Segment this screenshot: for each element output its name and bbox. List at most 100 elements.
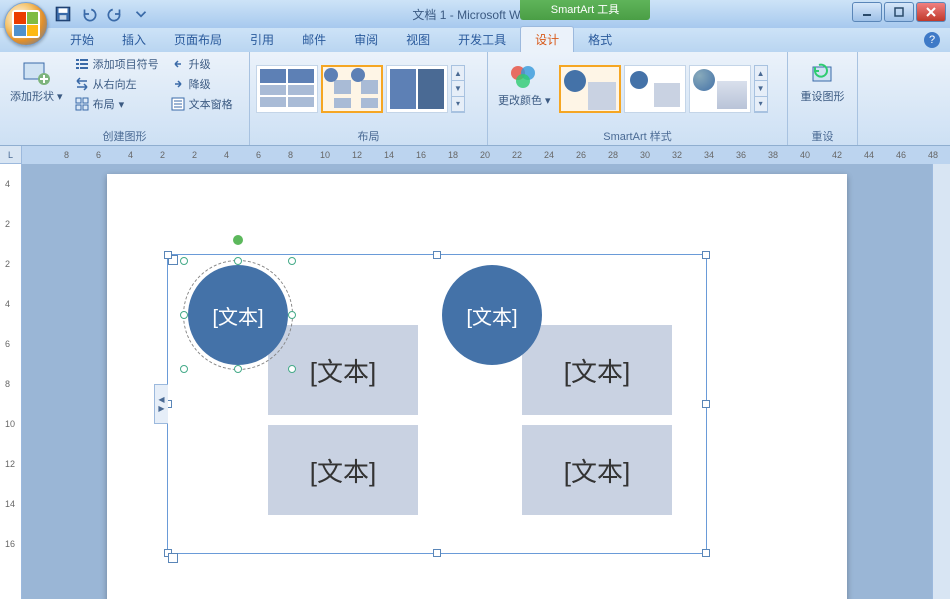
layouts-gallery-scroll[interactable]: ▲▼▾ (451, 65, 465, 113)
group-label-styles: SmartArt 样式 (494, 129, 781, 145)
rotation-handle[interactable] (233, 235, 243, 245)
smartart-content: [文本] [文本] [文本] [文本] (168, 255, 706, 553)
help-button[interactable]: ? (924, 32, 940, 48)
chevron-down-icon (132, 5, 150, 23)
qat-customize-button[interactable] (132, 5, 150, 23)
change-colors-label: 更改颜色 (498, 95, 542, 107)
promote-icon (171, 57, 185, 71)
style-option-3[interactable] (689, 65, 751, 113)
help-icon: ? (929, 34, 935, 46)
minimize-icon (862, 7, 872, 17)
ruler-corner[interactable]: L (0, 146, 22, 164)
layout-icon (75, 97, 89, 111)
promote-button[interactable]: 升级 (167, 55, 237, 73)
titlebar: 文档 1 - Microsoft Word SmartArt 工具 (0, 0, 950, 28)
style-option-1[interactable] (559, 65, 621, 113)
add-shape-icon (20, 57, 52, 89)
quick-access-toolbar (54, 5, 150, 23)
demote-button[interactable]: 降级 (167, 75, 237, 93)
group-smartart-styles: 更改颜色 ▾ ▲▼▾ SmartArt 样式 (488, 52, 788, 145)
rtl-button[interactable]: 从右向左 (71, 75, 163, 93)
smartart-frame[interactable]: ◀▶ [文本] [文本] [文本] (167, 254, 707, 554)
layout-option-3[interactable] (386, 65, 448, 113)
demote-icon (171, 77, 185, 91)
smartart-block-1: [文本] [文本] [文本] (198, 275, 422, 533)
bullet-icon (75, 57, 89, 71)
maximize-button[interactable] (884, 2, 914, 22)
save-button[interactable] (54, 5, 72, 23)
close-icon (926, 7, 936, 17)
smartart-circle-1[interactable]: [文本] (188, 265, 288, 365)
smartart-rect-2b[interactable]: [文本] (522, 425, 672, 515)
styles-gallery-scroll[interactable]: ▲▼▾ (754, 65, 768, 113)
text-pane-button[interactable]: 文本窗格 (167, 95, 237, 113)
redo-icon (106, 5, 124, 23)
text-pane-label: 文本窗格 (189, 96, 233, 112)
smartart-rect-1b[interactable]: [文本] (268, 425, 418, 515)
change-colors-icon (508, 61, 540, 93)
minimize-button[interactable] (852, 2, 882, 22)
layouts-gallery: ▲▼▾ (256, 65, 465, 113)
reset-button[interactable]: 重设图形 (797, 55, 849, 106)
maximize-icon (894, 7, 904, 17)
document-page: ◀▶ [文本] [文本] [文本] (107, 174, 847, 599)
group-label-reset: 重设 (794, 129, 851, 145)
smartart-block-2: [文本] [文本] [文本] (452, 275, 676, 533)
demote-label: 降级 (189, 76, 211, 92)
group-reset: 重设图形 重设 (788, 52, 858, 145)
tab-references[interactable]: 引用 (236, 27, 288, 52)
ribbon-tabs: 开始 插入 页面布局 引用 邮件 审阅 视图 开发工具 设计 格式 ? (0, 28, 950, 52)
circle-text-1: [文本] (212, 301, 263, 330)
tab-view[interactable]: 视图 (392, 27, 444, 52)
rtl-label: 从右向左 (93, 76, 137, 92)
smartart-circle-2[interactable]: [文本] (442, 265, 542, 365)
tab-home[interactable]: 开始 (56, 27, 108, 52)
layout-dropdown-button[interactable]: 布局 ▾ (71, 95, 163, 113)
tab-mailings[interactable]: 邮件 (288, 27, 340, 52)
vertical-scrollbar[interactable] (932, 164, 950, 599)
tab-developer[interactable]: 开发工具 (444, 27, 520, 52)
vertical-ruler[interactable]: 42246810121416 (0, 164, 22, 599)
tab-insert[interactable]: 插入 (108, 27, 160, 52)
redo-button[interactable] (106, 5, 124, 23)
office-logo-icon (12, 10, 40, 38)
save-icon (54, 5, 72, 23)
ribbon: 添加形状 ▾ 添加项目符号 从右向左 布局 ▾ 升级 降级 文本窗格 创建图形 (0, 52, 950, 146)
close-button[interactable] (916, 2, 946, 22)
window-controls (852, 2, 946, 22)
rtl-icon (75, 77, 89, 91)
context-tab-title: SmartArt 工具 (520, 0, 650, 20)
add-shape-label: 添加形状 (10, 91, 54, 103)
undo-button[interactable] (80, 5, 98, 23)
tab-review[interactable]: 审阅 (340, 27, 392, 52)
style-option-2[interactable] (624, 65, 686, 113)
undo-icon (80, 5, 98, 23)
group-layouts: ▲▼▾ 布局 (250, 52, 488, 145)
window-title: 文档 1 - Microsoft Word (412, 6, 537, 23)
promote-label: 升级 (189, 56, 211, 72)
smartart-rect-2a[interactable]: [文本] (522, 325, 672, 415)
document-scroll[interactable]: ◀▶ [文本] [文本] [文本] (22, 164, 932, 599)
layout-option-1[interactable] (256, 65, 318, 113)
tab-format[interactable]: 格式 (574, 27, 626, 52)
add-bullet-label: 添加项目符号 (93, 56, 159, 72)
office-button[interactable] (4, 2, 48, 46)
change-colors-button[interactable]: 更改颜色 ▾ (494, 59, 555, 110)
layout-option-2[interactable] (321, 65, 383, 113)
reset-icon (807, 57, 839, 89)
tab-design[interactable]: 设计 (520, 26, 574, 52)
rect-text-1b: [文本] (310, 452, 376, 489)
add-shape-button[interactable]: 添加形状 ▾ (6, 55, 67, 106)
group-label-layouts: 布局 (256, 129, 481, 145)
ruler-row: L 86422468101214161820222426283032343638… (0, 146, 950, 164)
group-label-create: 创建图形 (6, 129, 243, 145)
rect-text-2b: [文本] (564, 452, 630, 489)
add-bullet-button[interactable]: 添加项目符号 (71, 55, 163, 73)
layout-dropdown-label: 布局 (93, 96, 115, 112)
tab-page-layout[interactable]: 页面布局 (160, 27, 236, 52)
rect-text-2a: [文本] (564, 352, 630, 389)
text-pane-icon (171, 97, 185, 111)
group-create-graphic: 添加形状 ▾ 添加项目符号 从右向左 布局 ▾ 升级 降级 文本窗格 创建图形 (0, 52, 250, 145)
text-pane-toggle[interactable]: ◀▶ (154, 384, 168, 424)
rect-text-1a: [文本] (310, 352, 376, 389)
